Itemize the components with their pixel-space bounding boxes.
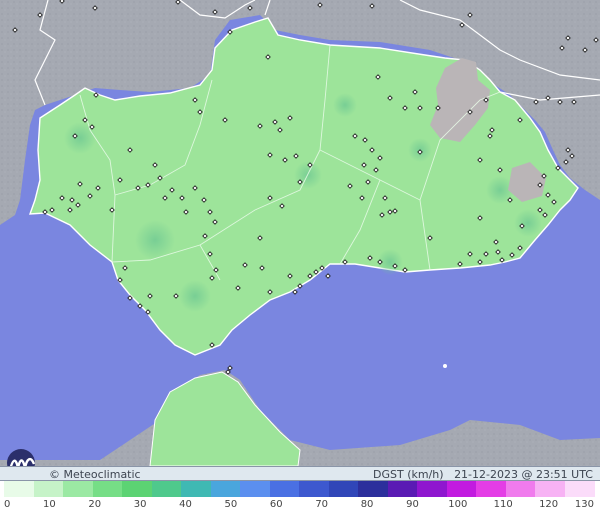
scale-swatch [92, 481, 123, 497]
scale-swatch [181, 481, 211, 497]
scale-tick-label: 70 [315, 499, 329, 510]
scale-tick-label: 130 [574, 499, 594, 510]
scale-swatch [122, 481, 152, 497]
scale-swatch [535, 481, 565, 497]
scale-swatch [358, 481, 388, 497]
scale-tick-label: 100 [448, 499, 468, 510]
scale-tick-label: 90 [406, 499, 419, 510]
variable-label: DGST (km/h) [373, 468, 444, 481]
scale-swatch [446, 481, 477, 497]
scale-tick-label: 110 [493, 499, 513, 510]
scale-swatch [151, 481, 182, 497]
gust-map [0, 0, 600, 467]
color-scale: 0 10 20 30 40 50 60 70 80 90 100 110 120 130 [0, 481, 600, 517]
scale-swatch [476, 481, 506, 497]
scale-tick-label: 30 [133, 499, 147, 510]
scale-tick-label: 0 [4, 499, 11, 510]
scale-tick-label: 40 [179, 499, 192, 510]
scale-tick-label: 20 [88, 499, 102, 510]
scale-swatch [240, 481, 270, 497]
datetime-label: 21-12-2023 @ 23:51 UTC [454, 468, 593, 481]
scale-swatch [299, 481, 329, 497]
scale-tick-label: 80 [360, 499, 374, 510]
scale-swatch [33, 481, 64, 497]
scale-tick-label: 10 [43, 499, 56, 510]
scale-swatch [505, 481, 536, 497]
scale-swatch [210, 481, 241, 497]
scale-tick-label: 120 [539, 499, 559, 510]
scale-swatch [564, 481, 595, 497]
map-caption: DGST (km/h) 21-12-2023 @ 23:51 UTC [373, 468, 593, 481]
map-footer: © Meteoclimatic DGST (km/h) 21-12-2023 @… [0, 466, 600, 481]
brand-label: © Meteoclimatic [49, 468, 141, 481]
scale-swatch [417, 481, 447, 497]
scale-tick-label: 60 [269, 499, 283, 510]
scale-tick-label: 50 [224, 499, 238, 510]
scale-swatch [328, 481, 359, 497]
scale-swatch [63, 481, 93, 497]
scale-swatch [4, 481, 34, 497]
scale-swatch [387, 481, 418, 497]
scale-swatch [269, 481, 300, 497]
